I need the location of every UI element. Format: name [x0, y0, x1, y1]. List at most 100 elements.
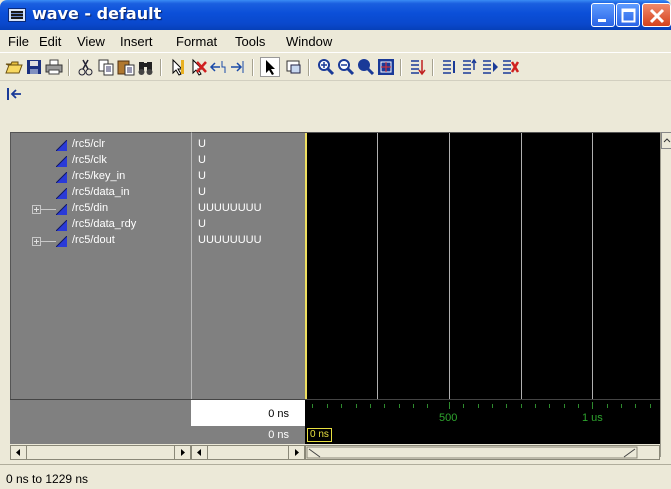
value-row: UUUUUUUU: [192, 234, 305, 249]
scroll-right-button[interactable]: [174, 446, 190, 459]
grid-line: [449, 133, 450, 400]
cursor-name-cell: [10, 399, 191, 426]
cursor-time-cell[interactable]: 0 ns: [191, 399, 305, 426]
signal-value: U: [198, 186, 206, 198]
run-icon[interactable]: [408, 57, 428, 77]
break-icon[interactable]: [500, 57, 520, 77]
toolbar-separator: [68, 59, 70, 76]
cursor-row: 0 ns 500 1 us: [10, 399, 660, 426]
cursor-track[interactable]: 0 ns: [305, 426, 660, 444]
wave-hscrollbar[interactable]: [305, 445, 660, 460]
signal-name-pane[interactable]: /rc5/clr /rc5/clk /rc5/key_in /rc5/data_…: [10, 132, 191, 399]
previous-edge-icon[interactable]: [208, 57, 228, 77]
ruler-label: 500: [439, 412, 458, 424]
menu-window[interactable]: Window: [286, 34, 332, 49]
waveform-pane[interactable]: [305, 132, 660, 400]
ruler-tick: [635, 404, 636, 408]
zoom-mode-icon[interactable]: [284, 57, 304, 77]
signal-name: /rc5/data_in: [72, 186, 130, 198]
signal-name: /rc5/key_in: [72, 170, 126, 182]
signal-row[interactable]: /rc5/key_in: [11, 170, 191, 185]
ruler-tick-major: [592, 402, 593, 409]
scroll-up-button[interactable]: [661, 132, 671, 149]
restart-icon[interactable]: [4, 84, 24, 104]
signal-row[interactable]: /rc5/clr: [11, 138, 191, 153]
zoom-in-icon[interactable]: [316, 57, 336, 77]
paste-icon[interactable]: [116, 57, 136, 77]
find-icon[interactable]: [136, 57, 156, 77]
window-title: wave - default: [32, 4, 162, 23]
scroll-left-button[interactable]: [192, 446, 208, 459]
tree-connector: [41, 209, 56, 210]
copy-icon[interactable]: [96, 57, 116, 77]
menu-edit[interactable]: Edit: [39, 34, 61, 49]
zoom-fit-icon[interactable]: [376, 57, 396, 77]
open-icon[interactable]: [4, 57, 24, 77]
ruler-label: 1 us: [582, 412, 603, 424]
menu-file[interactable]: File: [8, 34, 29, 49]
menu-insert[interactable]: Insert: [120, 34, 153, 49]
menu-tools[interactable]: Tools: [235, 34, 265, 49]
ruler-tick: [356, 404, 357, 408]
horizontal-scroll-row: [10, 444, 660, 460]
ruler-tick: [506, 404, 507, 408]
signal-value: U: [198, 170, 206, 182]
save-icon[interactable]: [24, 57, 44, 77]
zoom-out-icon[interactable]: [336, 57, 356, 77]
signal-row[interactable]: /rc5/din: [11, 202, 191, 217]
ruler-tick: [521, 404, 522, 408]
menu-bar: File Edit View Insert Format Tools Windo…: [0, 30, 671, 52]
menu-format[interactable]: Format: [176, 34, 217, 49]
step-over-icon[interactable]: [460, 57, 480, 77]
print-icon[interactable]: [44, 57, 64, 77]
delta-time-cell: 0 ns: [191, 426, 305, 444]
time-cursor[interactable]: [305, 133, 307, 400]
select-mode-icon[interactable]: [260, 57, 280, 77]
toolbar-separator: [400, 59, 402, 76]
cut-icon[interactable]: [76, 57, 96, 77]
cursor-delta-row: 0 ns 0 ns: [10, 426, 660, 444]
signal-row[interactable]: /rc5/data_in: [11, 186, 191, 201]
secondary-toolbar: [0, 80, 671, 132]
scroll-right-button[interactable]: [288, 446, 304, 459]
signal-value: UUUUUUUU: [198, 234, 262, 246]
signal-row[interactable]: /rc5/dout: [11, 234, 191, 249]
names-hscrollbar[interactable]: [10, 445, 191, 460]
insert-cursor-icon[interactable]: [168, 57, 188, 77]
signal-row[interactable]: /rc5/clk: [11, 154, 191, 169]
minimize-button[interactable]: [591, 3, 615, 27]
ruler-tick: [650, 404, 651, 408]
signal-name: /rc5/clk: [72, 154, 107, 166]
close-button[interactable]: [642, 3, 671, 27]
expand-icon[interactable]: [32, 237, 41, 246]
wave-scroll-thumb[interactable]: [306, 446, 659, 459]
scroll-left-button[interactable]: [11, 446, 27, 459]
signal-value: U: [198, 138, 206, 150]
left-gutter: [0, 132, 10, 432]
expand-icon[interactable]: [32, 205, 41, 214]
ruler-tick: [607, 404, 608, 408]
step-icon[interactable]: [440, 57, 460, 77]
signal-value: UUUUUUUU: [198, 202, 262, 214]
ruler-tick-major: [449, 402, 450, 409]
vertical-scrollbar[interactable]: [660, 132, 671, 457]
ruler-tick: [549, 404, 550, 408]
time-ruler[interactable]: 500 1 us: [305, 399, 660, 426]
values-hscrollbar[interactable]: [191, 445, 305, 460]
continue-icon[interactable]: [480, 57, 500, 77]
next-edge-icon[interactable]: [228, 57, 248, 77]
ruler-tick: [463, 404, 464, 408]
signal-name: /rc5/din: [72, 202, 109, 214]
signal-icon: [56, 156, 67, 167]
signal-name: /rc5/clr: [72, 138, 105, 150]
menu-view[interactable]: View: [77, 34, 105, 49]
maximize-button[interactable]: [616, 3, 640, 27]
value-row: U: [192, 170, 305, 185]
title-bar[interactable]: wave - default: [0, 0, 671, 30]
cursor-tag[interactable]: 0 ns: [307, 428, 332, 442]
signal-value-pane[interactable]: U U U U UUUUUUUU U UUUUUUUU: [191, 132, 305, 399]
signal-row[interactable]: /rc5/data_rdy: [11, 218, 191, 233]
signal-icon: [56, 172, 67, 183]
zoom-full-icon[interactable]: [356, 57, 376, 77]
delete-cursor-icon[interactable]: [188, 57, 208, 77]
